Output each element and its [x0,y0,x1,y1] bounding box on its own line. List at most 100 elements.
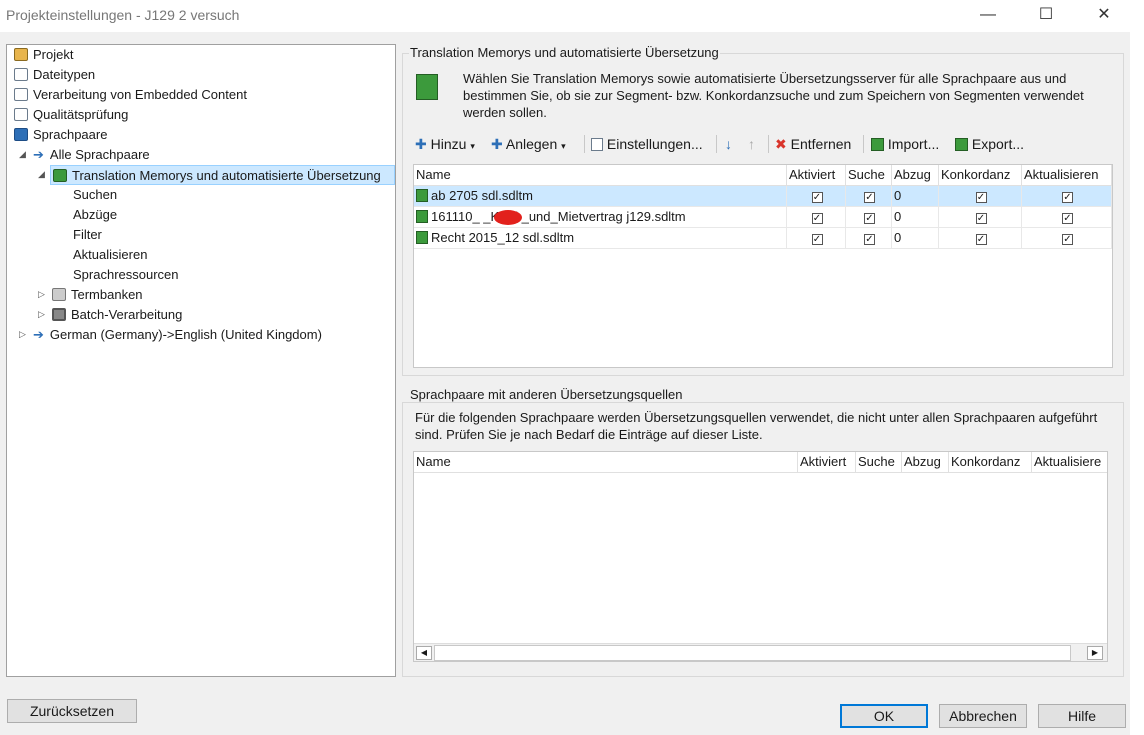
column-header-aktualisieren[interactable]: Aktualisieren [1022,165,1112,186]
column-header-konkordanz[interactable]: Konkordanz [949,452,1032,473]
window-title: Projekteinstellungen - J129 2 versuch [6,7,240,23]
table-row[interactable]: Recht 2015_12 sdl.sdltm ✓ ✓ 0 ✓ ✓ [414,228,1112,249]
close-button[interactable]: ✕ [1076,0,1132,32]
arrow-right-icon: ➔ [33,327,44,342]
export-button[interactable]: Export... [955,132,1024,156]
tree-label: Projekt [33,47,74,62]
abzug-cell[interactable]: 0 [892,207,939,228]
tree-item-sprachpaare[interactable]: Sprachpaare [14,125,107,145]
add-button[interactable]: ✚ Hinzu ▾ [415,132,475,156]
minimize-button[interactable]: — [960,0,1016,32]
collapse-icon[interactable]: ◢ [38,169,45,180]
cancel-button[interactable]: Abbrechen [939,704,1027,728]
translation-memory-icon [53,169,67,182]
collapse-icon[interactable]: ◢ [19,149,26,160]
expand-icon[interactable]: ▷ [19,329,26,340]
konkordanz-checkbox[interactable]: ✓ [939,207,1022,228]
tree-item-batch[interactable]: Batch-Verarbeitung [52,305,182,325]
table-row[interactable]: ab 2705 sdl.sdltm ✓ ✓ 0 ✓ ✓ [414,186,1112,207]
tree-item-embedded[interactable]: Verarbeitung von Embedded Content [14,85,247,105]
tree-item-dateitypen[interactable]: Dateitypen [14,65,95,85]
suche-checkbox[interactable]: ✓ [846,228,892,249]
reset-button[interactable]: Zurücksetzen [7,699,137,723]
tree-item-abzuege[interactable]: Abzüge [73,205,117,225]
aktiviert-checkbox[interactable]: ✓ [787,207,846,228]
konkordanz-checkbox[interactable]: ✓ [939,228,1022,249]
column-header-name[interactable]: Name [414,165,787,186]
maximize-button[interactable]: ☐ [1018,0,1074,32]
column-header-aktiviert[interactable]: Aktiviert [787,165,846,186]
tm-name: Recht 2015_12 sdl.sdltm [431,230,575,245]
abzug-cell[interactable]: 0 [892,228,939,249]
project-settings-dialog: Projekteinstellungen - J129 2 versuch — … [0,0,1130,735]
tree-label: Batch-Verarbeitung [71,307,183,322]
title-bar: Projekteinstellungen - J129 2 versuch — … [0,0,1130,32]
translation-memory-icon [416,189,428,202]
tm-name-cell: Recht 2015_12 sdl.sdltm [414,228,787,249]
tree-item-projekt[interactable]: Projekt [14,45,73,65]
tree-item-translation-memories[interactable]: Translation Memorys und automatisierte Ü… [50,165,395,185]
aktiviert-checkbox[interactable]: ✓ [787,228,846,249]
settings-button[interactable]: Einstellungen... [591,132,703,156]
move-down-icon[interactable]: ↓ [725,132,732,156]
tree-label: Sprachpaare [33,127,108,142]
tree-item-suchen[interactable]: Suchen [73,185,117,205]
create-button[interactable]: ✚ Anlegen ▾ [491,132,566,156]
tree-label: Translation Memorys und automatisierte Ü… [72,168,381,183]
column-header-suche[interactable]: Suche [856,452,902,473]
ok-button[interactable]: OK [840,704,928,728]
file-types-icon [14,68,28,81]
add-label: Hinzu [430,136,467,152]
scroll-left-icon[interactable]: ◀ [416,646,432,660]
column-header-suche[interactable]: Suche [846,165,892,186]
tree-label: Termbanken [71,287,143,302]
dropdown-arrow-icon: ▾ [470,141,475,151]
column-header-aktiviert[interactable]: Aktiviert [798,452,856,473]
tree-item-termbanken[interactable]: Termbanken [52,285,143,305]
column-header-name[interactable]: Name [414,452,798,473]
aktualisieren-checkbox[interactable]: ✓ [1022,207,1112,228]
column-header-konkordanz[interactable]: Konkordanz [939,165,1022,186]
tm-description: Wählen Sie Translation Memorys sowie aut… [463,71,1084,120]
scrollbar-thumb[interactable] [434,645,1071,661]
tree-item-aktualisieren[interactable]: Aktualisieren [73,245,147,265]
konkordanz-checkbox[interactable]: ✓ [939,186,1022,207]
language-pairs-icon [14,128,28,141]
tm-name: 161110_ _Kauf-_und_Mietvertrag j129.sdlt… [431,209,686,224]
horizontal-scrollbar[interactable]: ◀ ▶ [414,643,1107,661]
help-button[interactable]: Hilfe [1038,704,1126,728]
tree-label: Verarbeitung von Embedded Content [33,87,247,102]
tree-item-german-english[interactable]: ➔ German (Germany)->English (United Kingd… [33,325,322,345]
suche-checkbox[interactable]: ✓ [846,207,892,228]
expand-icon[interactable]: ▷ [38,309,45,320]
plus-icon: ✚ [491,136,503,152]
gear-icon [52,308,66,321]
tree-item-sprachressourcen[interactable]: Sprachressourcen [73,265,179,285]
scroll-right-icon[interactable]: ▶ [1087,646,1103,660]
aktualisieren-checkbox[interactable]: ✓ [1022,186,1112,207]
expand-icon[interactable]: ▷ [38,289,45,300]
tree-item-filter[interactable]: Filter [73,225,102,245]
abzug-cell[interactable]: 0 [892,186,939,207]
column-header-abzug[interactable]: Abzug [902,452,949,473]
move-up-icon[interactable]: ↑ [748,132,755,156]
column-header-abzug[interactable]: Abzug [892,165,939,186]
settings-tree: Projekt Dateitypen Verarbeitung von Embe… [6,44,396,677]
tree-label: Alle Sprachpaare [49,147,150,162]
aktualisieren-checkbox[interactable]: ✓ [1022,228,1112,249]
remove-button[interactable]: ✖ Entfernen [775,132,851,156]
other-sources-table: Name Aktiviert Suche Abzug Konkordanz Ak… [413,451,1108,662]
other-sources-description: Für die folgenden Sprachpaare werden Übe… [415,410,1098,442]
tree-item-qa[interactable]: Qualitätsprüfung [14,105,128,125]
suche-checkbox[interactable]: ✓ [846,186,892,207]
aktiviert-checkbox[interactable]: ✓ [787,186,846,207]
column-header-aktualisieren[interactable]: Aktualisiere [1032,452,1107,473]
export-label: Export... [971,136,1025,152]
import-icon [871,138,884,151]
termbase-icon [52,288,66,301]
tree-label: Dateitypen [33,67,96,82]
table-row[interactable]: 161110_ _Kauf-_und_Mietvertrag j129.sdlt… [414,207,1112,228]
import-button[interactable]: Import... [871,132,939,156]
tree-item-alle-sprachpaare[interactable]: ➔ Alle Sprachpaare [33,145,150,165]
tree-label: Qualitätsprüfung [33,107,129,122]
